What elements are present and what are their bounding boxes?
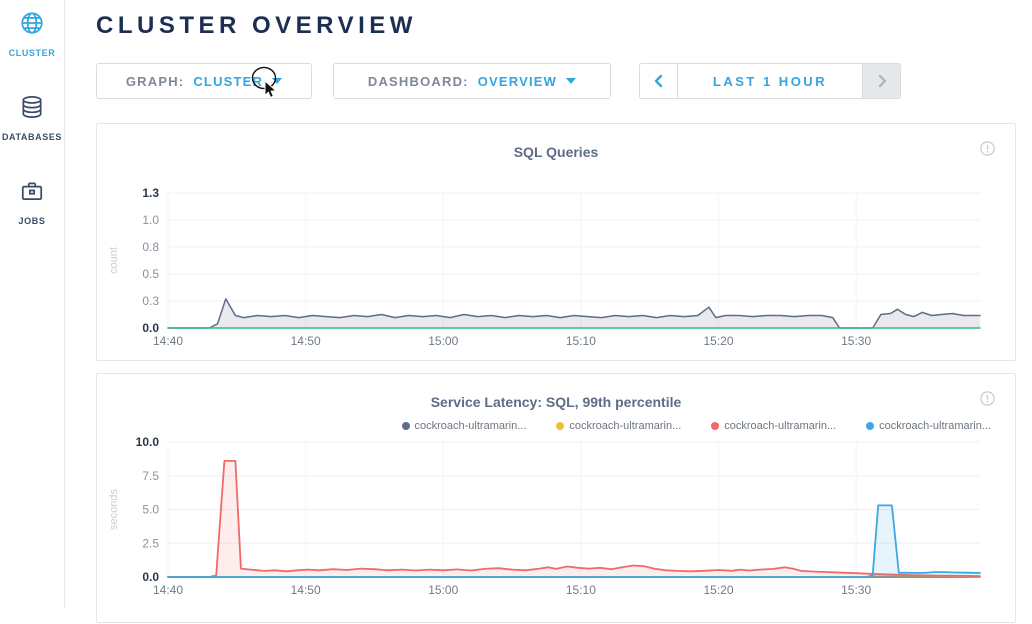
svg-text:0.8: 0.8 [142,240,159,254]
chevron-right-icon [876,74,888,88]
sql-queries-chart: 1.3 1.0 0.8 0.5 0.3 0.014:40 14:50 15:00 15:10 15… [97,124,1017,362]
main-content: CLUSTER OVERVIEW GRAPH: CLUSTER DASHBOAR… [65,0,1032,623]
svg-text:15:10: 15:10 [566,334,596,348]
controls-row: GRAPH: CLUSTER DASHBOARD: OVERVIEW LAST … [96,63,1032,99]
sidebar-item-label: DATABASES [2,132,62,142]
svg-text:5.0: 5.0 [142,503,159,517]
svg-text:10.0: 10.0 [136,435,160,449]
svg-text:0.3: 0.3 [142,294,159,308]
svg-text:15:00: 15:00 [428,583,458,597]
time-next-button-disabled[interactable] [862,64,900,98]
svg-text:15:20: 15:20 [703,334,733,348]
dashboard-dropdown-label: DASHBOARD: [368,74,469,89]
svg-text:14:40: 14:40 [153,334,183,348]
chart-card-sql-queries: SQL Queries 1.31.00.80.50.30.014:4014:50… [96,123,1016,361]
svg-text:7.5: 7.5 [142,469,159,483]
chart-card-service-latency: Service Latency: SQL, 99th percentile co… [96,373,1016,623]
sidebar: CLUSTER DATABASES JOBS [0,0,65,609]
svg-text:count: count [108,247,120,274]
svg-text:seconds: seconds [108,489,120,530]
svg-text:15:30: 15:30 [841,583,871,597]
svg-text:1.3: 1.3 [142,186,159,200]
graph-dropdown-value: CLUSTER [193,74,263,89]
svg-text:0.0: 0.0 [142,321,159,335]
chevron-down-icon [272,78,282,84]
svg-text:14:50: 14:50 [291,334,321,348]
sidebar-item-databases[interactable]: DATABASES [0,94,64,142]
svg-text:15:10: 15:10 [566,583,596,597]
svg-text:14:40: 14:40 [153,583,183,597]
globe-icon [19,10,45,41]
sidebar-item-label: JOBS [19,216,46,226]
time-prev-button[interactable] [640,64,678,98]
service-latency-chart: 10.0 7.5 5.0 2.5 0.014:40 14:50 15:00 15:10 15:2… [97,374,1017,624]
svg-text:15:00: 15:00 [428,334,458,348]
database-icon [19,94,45,125]
svg-text:0.0: 0.0 [142,570,159,584]
briefcase-icon [19,178,45,209]
graph-dropdown[interactable]: GRAPH: CLUSTER [96,63,312,99]
time-range-selector: LAST 1 HOUR [639,63,901,99]
sidebar-item-jobs[interactable]: JOBS [0,178,64,226]
chevron-left-icon [653,74,665,88]
svg-text:15:30: 15:30 [841,334,871,348]
graph-dropdown-label: GRAPH: [126,74,184,89]
dashboard-dropdown-value: OVERVIEW [478,74,557,89]
sidebar-item-cluster[interactable]: CLUSTER [0,10,64,58]
svg-text:2.5: 2.5 [142,536,159,550]
svg-text:15:20: 15:20 [703,583,733,597]
sidebar-item-label: CLUSTER [9,48,56,58]
dashboard-dropdown[interactable]: DASHBOARD: OVERVIEW [333,63,611,99]
time-range-label[interactable]: LAST 1 HOUR [678,64,862,98]
svg-text:0.5: 0.5 [142,267,159,281]
page-title: CLUSTER OVERVIEW [96,12,1032,40]
svg-text:1.0: 1.0 [142,213,159,227]
chevron-down-icon [566,78,576,84]
svg-text:14:50: 14:50 [291,583,321,597]
